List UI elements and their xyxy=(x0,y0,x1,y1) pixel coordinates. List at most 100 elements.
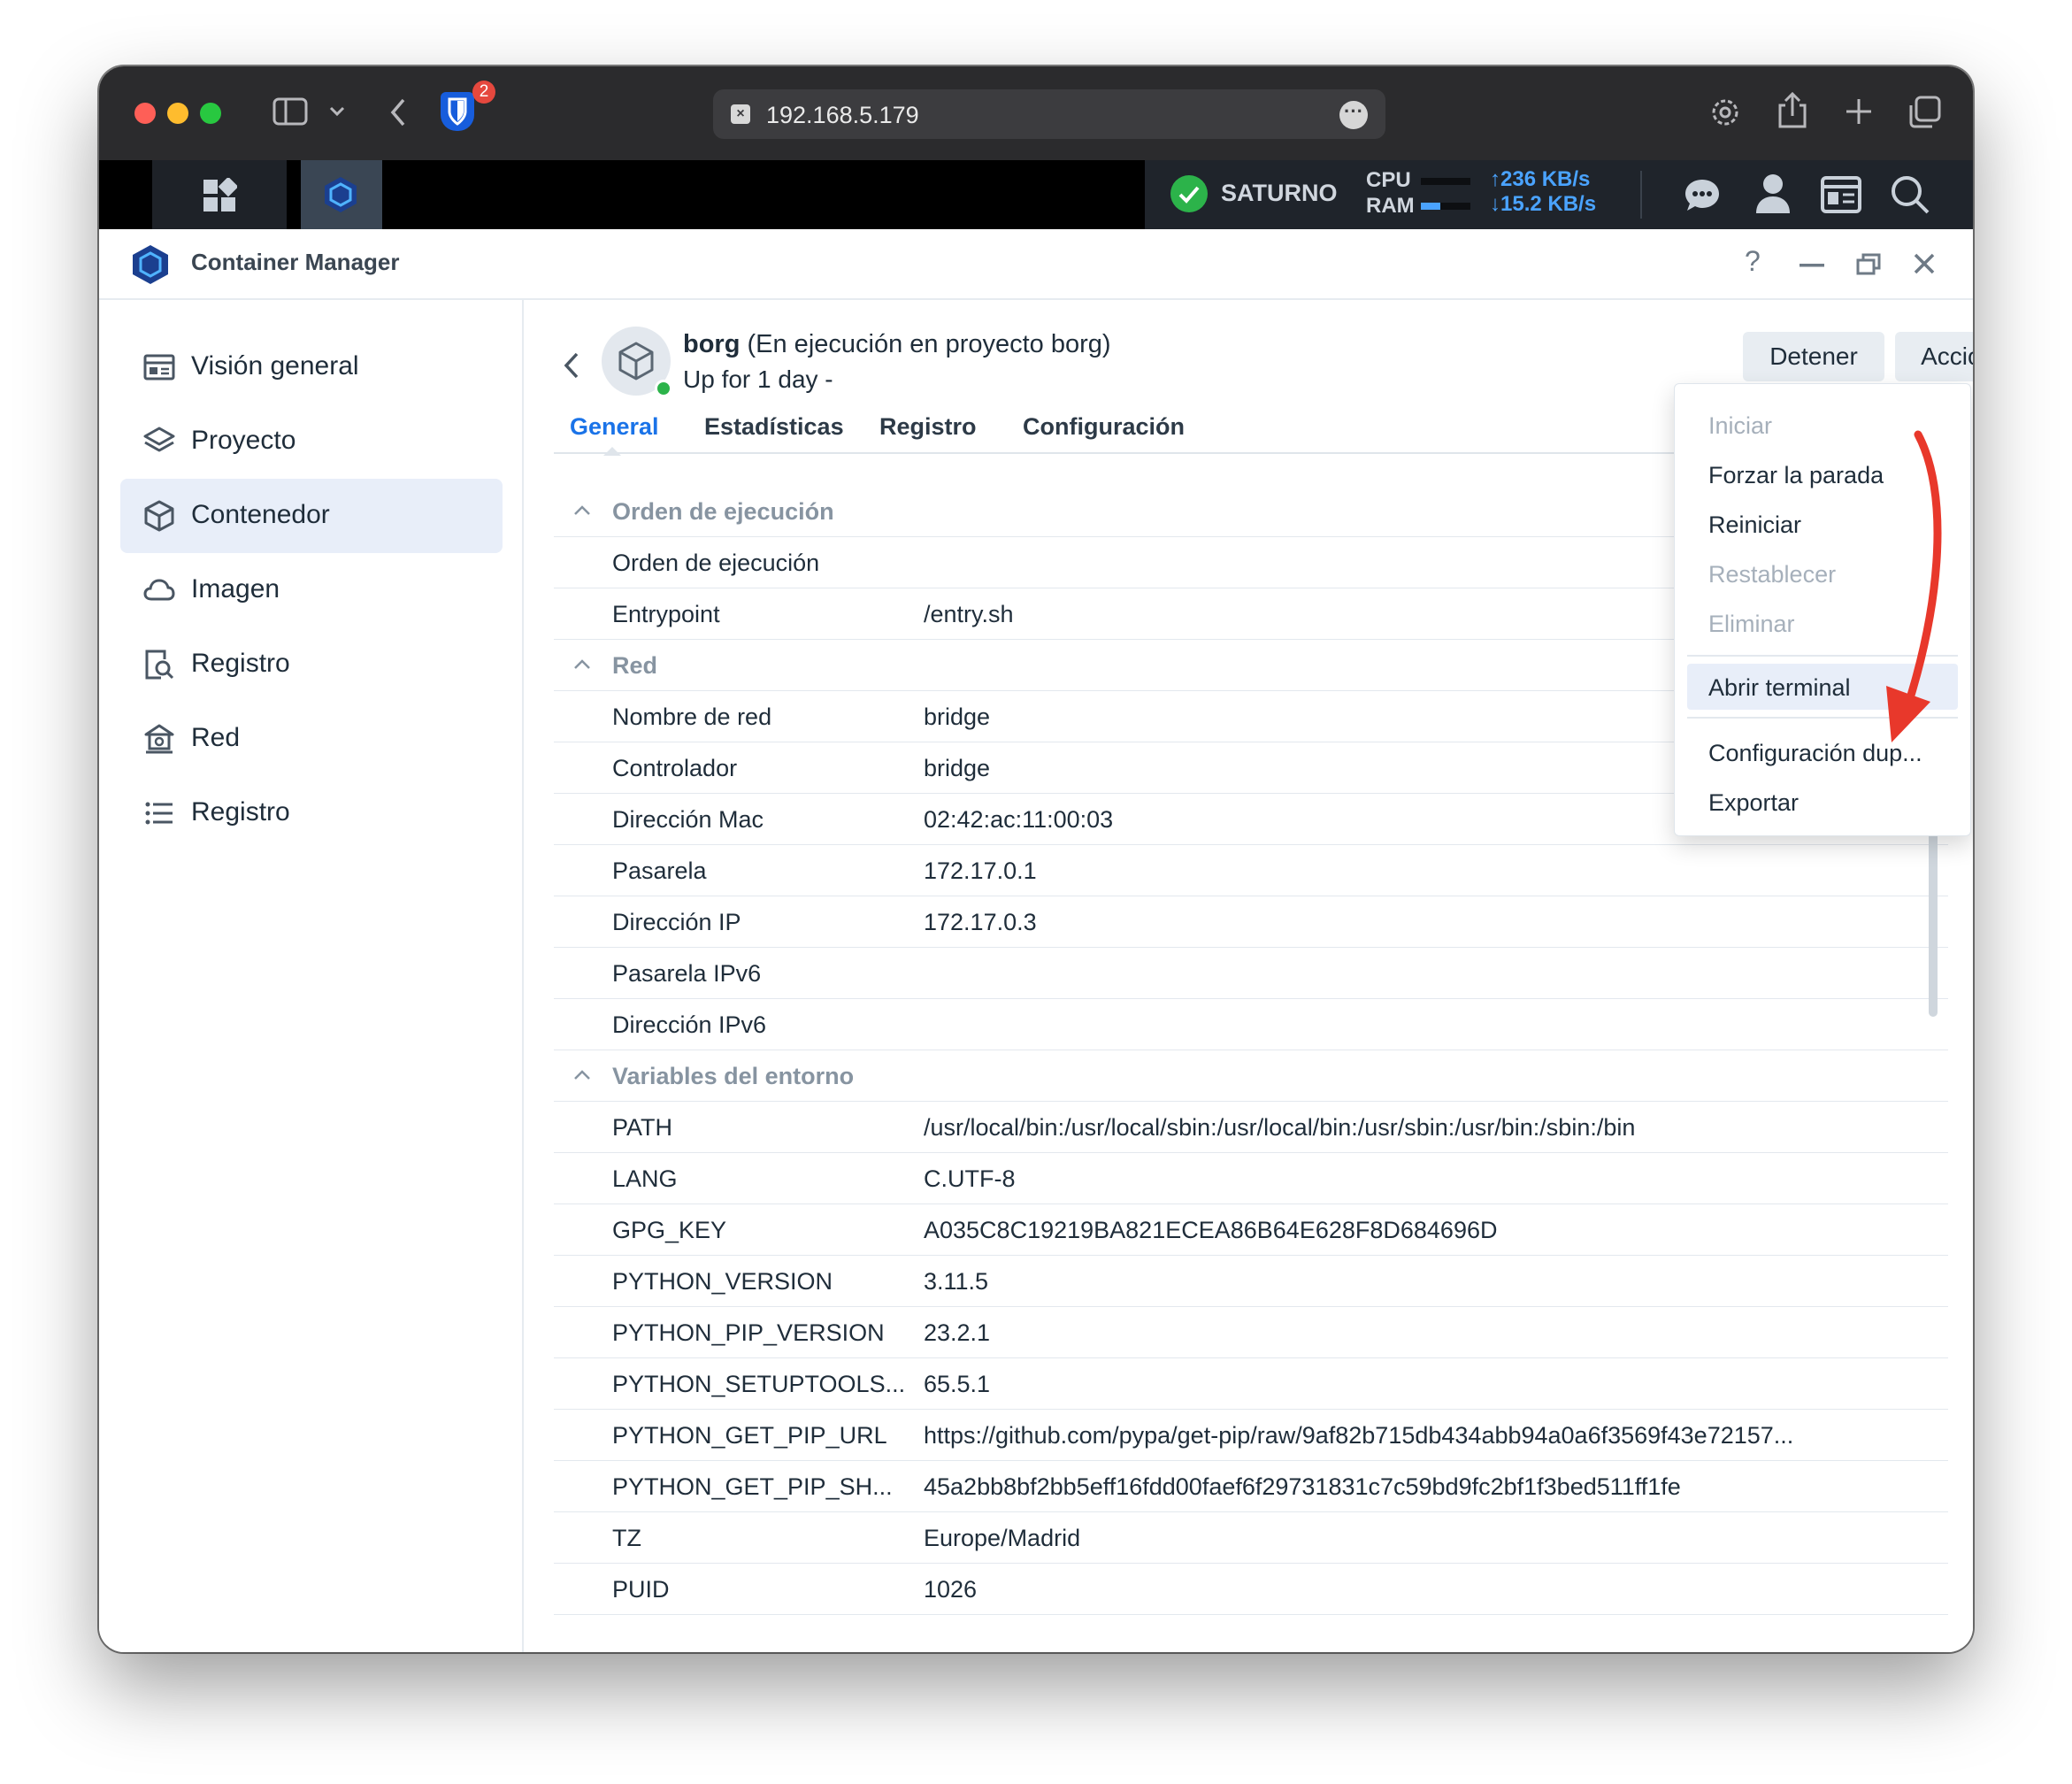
row-key: Entrypoint xyxy=(612,601,720,627)
registry-search-icon xyxy=(145,650,174,680)
sidebar-item-image[interactable]: Imagen xyxy=(120,553,503,627)
sidebar-item-label: Visión general xyxy=(191,351,359,381)
browser-toolbar: 2 × 192.168.5.179 ··· xyxy=(99,66,1973,160)
container-manager-icon xyxy=(325,177,357,212)
row-key: Nombre de red xyxy=(612,704,772,730)
action-button[interactable]: Acción xyxy=(1895,332,1973,381)
row-key: PYTHON_GET_PIP_URL xyxy=(612,1422,887,1449)
sidebar: Visión general Proyecto Contenedor Image… xyxy=(99,300,524,1652)
table-row: Dirección IP 172.17.0.3 xyxy=(554,896,1948,948)
menu-item-start: Iniciar xyxy=(1708,412,1773,439)
row-key: PUID xyxy=(612,1576,670,1603)
container-manager-logo-icon xyxy=(133,245,168,284)
new-tab-icon[interactable] xyxy=(1844,96,1874,127)
tab-statistics[interactable]: Estadísticas xyxy=(704,413,844,441)
tab-settings[interactable]: Configuración xyxy=(1023,413,1185,441)
row-value: https://github.com/pypa/get-pip/raw/9af8… xyxy=(924,1422,1794,1449)
close-icon[interactable] xyxy=(1913,252,1936,275)
overview-icon xyxy=(143,354,175,381)
container-status: (En ejecución en proyecto borg) xyxy=(747,330,1111,358)
container-name: borg xyxy=(683,330,741,358)
server-name[interactable]: SATURNO xyxy=(1221,180,1338,207)
section-title: Red xyxy=(612,652,658,679)
menu-item-force-stop[interactable]: Forzar la parada xyxy=(1675,451,1970,497)
stop-button[interactable]: Detener xyxy=(1743,332,1884,381)
section-header-env[interactable]: Variables del entorno xyxy=(554,1050,1948,1102)
menu-divider xyxy=(1687,655,1958,657)
row-key: Dirección IP xyxy=(612,909,741,935)
minimize-icon[interactable] xyxy=(1800,263,1824,268)
sidebar-toggle-icon[interactable] xyxy=(272,96,308,127)
sidebar-item-registry[interactable]: Registro xyxy=(120,627,503,702)
row-key: Pasarela xyxy=(612,857,707,884)
upload-arrow-icon: ↑ xyxy=(1490,167,1500,191)
action-dropdown-menu: Iniciar Forzar la parada Reiniciar Resta… xyxy=(1674,383,1971,836)
row-value: 3.11.5 xyxy=(924,1268,989,1295)
address-bar[interactable]: × 192.168.5.179 ··· xyxy=(713,89,1385,139)
row-key: GPG_KEY xyxy=(612,1217,727,1243)
sidebar-item-project[interactable]: Proyecto xyxy=(120,404,503,479)
share-icon[interactable] xyxy=(1777,91,1808,130)
zoom-window-button[interactable] xyxy=(200,103,221,124)
row-value: 02:42:ac:11:00:03 xyxy=(924,806,1114,833)
app-window-header: Container Manager ? xyxy=(99,229,1973,300)
table-row: PYTHON_PIP_VERSION 23.2.1 xyxy=(554,1307,1948,1358)
sidebar-item-label: Red xyxy=(191,723,241,752)
sidebar-item-label: Contenedor xyxy=(191,500,330,529)
menu-item-export[interactable]: Exportar xyxy=(1675,779,1970,825)
dsm-taskbar: SATURNO CPU RAM ↑236 KB/s ↓15.2 KB/s xyxy=(99,160,1973,229)
network-icon xyxy=(144,724,174,754)
menu-item-open-terminal[interactable]: Abrir terminal xyxy=(1687,664,1958,710)
bitwarden-shield-icon[interactable] xyxy=(441,92,474,131)
cube-icon xyxy=(618,342,654,381)
row-key: PYTHON_PIP_VERSION xyxy=(612,1319,885,1346)
minimize-window-button[interactable] xyxy=(167,103,188,124)
main-menu-icon xyxy=(203,178,237,211)
row-value: 65.5.1 xyxy=(924,1371,991,1397)
table-row: PATH/usr/local/bin:/usr/local/sbin:/usr/… xyxy=(554,1102,1948,1153)
menu-item-duplicate-settings[interactable]: Configuración dup... xyxy=(1675,729,1970,775)
search-icon[interactable] xyxy=(1890,174,1930,215)
table-row: GPG_KEY A035C8C19219BA821ECEA86B64E628F8D… xyxy=(554,1204,1948,1256)
close-window-button[interactable] xyxy=(134,103,156,124)
table-row: Dirección IPv6 xyxy=(554,999,1948,1050)
row-value: bridge xyxy=(924,755,991,781)
tab-general[interactable]: General xyxy=(570,413,659,441)
user-icon[interactable] xyxy=(1754,173,1792,215)
sidebar-item-network[interactable]: Red xyxy=(120,702,503,776)
action-button-label: Acción xyxy=(1921,342,1973,370)
sidebar-item-label: Registro xyxy=(191,797,290,827)
settings-gear-icon[interactable] xyxy=(1707,95,1743,130)
sidebar-item-log[interactable]: Registro xyxy=(120,776,503,850)
chat-bubble-icon[interactable] xyxy=(1683,176,1722,215)
app-title: Container Manager xyxy=(191,249,400,275)
chevron-up-icon xyxy=(574,1070,590,1080)
tab-overview-icon[interactable] xyxy=(1907,95,1943,130)
chevron-down-icon[interactable] xyxy=(329,105,345,118)
container-manager-taskbar-button[interactable] xyxy=(301,160,382,229)
cpu-usage-bar xyxy=(1421,178,1470,185)
more-options-icon[interactable]: ··· xyxy=(1339,101,1368,129)
main-menu-button[interactable] xyxy=(152,160,287,229)
row-key: Dirección Mac xyxy=(612,806,764,833)
menu-item-reset: Restablecer xyxy=(1708,561,1837,588)
row-value: bridge xyxy=(924,704,991,730)
tab-log[interactable]: Registro xyxy=(879,413,977,441)
menu-item-restart[interactable]: Reiniciar xyxy=(1675,501,1970,547)
active-tab-indicator xyxy=(603,447,621,456)
back-icon[interactable] xyxy=(388,96,409,128)
restore-icon[interactable] xyxy=(1856,252,1881,275)
table-row: PYTHON_SETUPTOOLS... 65.5.1 xyxy=(554,1358,1948,1410)
sidebar-item-container[interactable]: Contenedor xyxy=(120,479,503,553)
list-icon xyxy=(145,802,173,825)
sidebar-item-overview[interactable]: Visión general xyxy=(120,330,503,404)
row-value: A035C8C19219BA821ECEA86B64E628F8D684696D xyxy=(924,1217,1498,1243)
back-arrow-icon[interactable] xyxy=(563,351,580,380)
table-row: PYTHON_GET_PIP_SH... 45a2bb8bf2bb5eff16fd… xyxy=(554,1461,1948,1512)
chevron-up-icon xyxy=(574,505,590,515)
status-ok-icon xyxy=(1170,175,1208,212)
row-value: 23.2.1 xyxy=(924,1319,991,1346)
widgets-icon[interactable] xyxy=(1821,176,1861,213)
help-button[interactable]: ? xyxy=(1745,245,1761,278)
menu-item-delete: Eliminar xyxy=(1708,611,1795,637)
